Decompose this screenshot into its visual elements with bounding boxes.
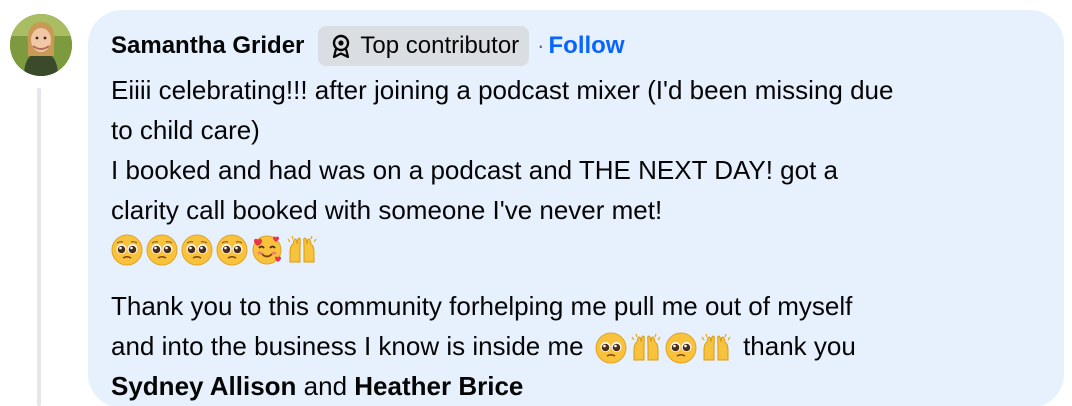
emoji-row — [111, 230, 1044, 270]
smiling-face-with-hearts-emoji — [252, 235, 282, 265]
comment-line: Sydney Allison and Heather Brice — [111, 366, 1044, 406]
follow-button[interactable]: Follow — [549, 32, 625, 60]
comment-line: and into the business I know is inside m… — [111, 326, 1044, 366]
mention-sydney-allison[interactable]: Sydney Allison — [111, 371, 296, 401]
comment-header: Samantha Grider Top contributor · Follow — [111, 24, 1044, 68]
pleading-face-emoji — [111, 234, 143, 266]
pleading-face-emoji — [595, 332, 627, 364]
comment-body: Eiiii celebrating!!! after joining a pod… — [111, 70, 1044, 406]
thread-line — [37, 88, 41, 406]
pleading-face-emoji — [216, 234, 248, 266]
mention-heather-brice[interactable]: Heather Brice — [354, 371, 523, 401]
raising-hands-emoji — [631, 333, 661, 361]
comment-line: to child care) — [111, 115, 260, 145]
comment-bubble: Samantha Grider Top contributor · Follow… — [88, 10, 1064, 406]
avatar-photo — [10, 14, 72, 76]
inline-emoji-group — [595, 332, 732, 364]
comment-text: thank you — [743, 331, 856, 361]
award-ribbon-icon — [330, 34, 352, 58]
separator-dot: · — [537, 33, 545, 58]
comment-line: clarity call booked with someone I've ne… — [111, 195, 663, 225]
raising-hands-emoji — [287, 235, 317, 263]
badge-label: Top contributor — [360, 32, 520, 59]
pleading-face-emoji — [181, 234, 213, 266]
comment-line: Eiiii celebrating!!! after joining a pod… — [111, 75, 894, 105]
pleading-face-emoji — [665, 332, 697, 364]
comment-text: and into the business I know is inside m… — [111, 331, 584, 361]
author-name[interactable]: Samantha Grider — [111, 32, 304, 60]
comment-text: and — [303, 371, 348, 401]
avatar[interactable] — [10, 14, 72, 76]
pleading-face-emoji — [146, 234, 178, 266]
comment-line: I booked and had was on a podcast and TH… — [111, 155, 839, 185]
comment-line: Thank you to this community forhelping m… — [111, 291, 853, 321]
raising-hands-emoji — [701, 333, 731, 361]
top-contributor-badge[interactable]: Top contributor — [318, 26, 530, 66]
